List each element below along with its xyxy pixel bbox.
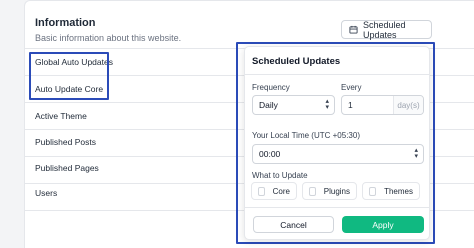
popover-title: Scheduled Updates [252, 56, 341, 67]
option-core-label: Core [272, 186, 290, 196]
update-options: Core Plugins Themes [251, 182, 420, 200]
every-unit: day(s) [393, 96, 423, 114]
scheduled-updates-label: Scheduled Updates [363, 19, 406, 40]
every-label: Every [341, 83, 362, 92]
section-subtitle: Basic information about this website. [35, 33, 182, 43]
option-themes-label: Themes [384, 186, 413, 196]
time-label: Your Local Time (UTC +05:30) [252, 131, 360, 140]
what-to-update-label: What to Update [252, 171, 308, 180]
chevron-updown-icon: ▴ ▾ [325, 98, 329, 111]
option-core[interactable]: Core [251, 182, 297, 200]
row-label-active-theme: Active Theme [35, 111, 87, 121]
checkbox[interactable] [369, 186, 377, 196]
chevron-updown-icon: ▴ ▾ [414, 147, 418, 160]
frequency-label: Frequency [252, 83, 290, 92]
scheduled-updates-button[interactable]: Scheduled Updates [341, 19, 432, 40]
popover-divider [245, 207, 429, 208]
row-label-users: Users [35, 188, 58, 198]
cancel-button[interactable]: Cancel [253, 216, 334, 233]
option-plugins-label: Plugins [323, 186, 350, 196]
apply-button[interactable]: Apply [342, 216, 424, 233]
scheduled-updates-popover: Scheduled Updates Frequency Every Daily … [244, 46, 430, 240]
calendar-icon [349, 25, 358, 34]
option-plugins[interactable]: Plugins [302, 182, 357, 200]
time-value: 00:00 [259, 149, 281, 159]
row-label-published-pages: Published Pages [35, 163, 99, 173]
frequency-value: Daily [259, 100, 278, 110]
every-value: 1 [348, 100, 353, 110]
row-label-published-posts: Published Posts [35, 137, 96, 147]
time-select[interactable]: 00:00 ▴ ▾ [252, 144, 424, 164]
frequency-select[interactable]: Daily ▴ ▾ [252, 95, 335, 115]
popover-divider [245, 74, 429, 75]
section-title: Information [35, 17, 96, 29]
checkbox[interactable] [309, 186, 316, 196]
every-input[interactable]: 1 day(s) [341, 95, 424, 115]
highlight-box-rows [29, 52, 109, 100]
option-themes[interactable]: Themes [362, 182, 420, 200]
checkbox[interactable] [258, 186, 265, 196]
